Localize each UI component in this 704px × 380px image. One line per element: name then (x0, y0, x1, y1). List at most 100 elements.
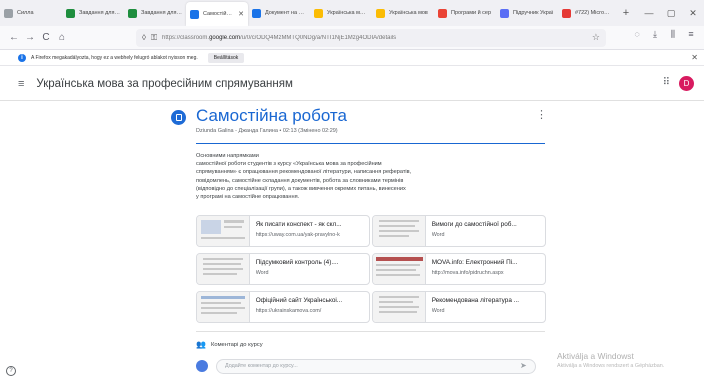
notification-text: A Firefox megakadályozta, hogy ez a webh… (31, 54, 198, 61)
tab-favicon (376, 8, 385, 18)
popup-blocked-notification: i A Firefox megakadályozta, hogy ez a we… (0, 50, 704, 66)
browser-tab[interactable]: Українська мов (372, 2, 434, 24)
forward-icon[interactable]: → (22, 32, 38, 43)
attachment-title: MOVA.info: Електронний Пі... (431, 259, 518, 266)
tab-favicon (4, 8, 13, 18)
attachment-thumbnail (197, 216, 250, 246)
browser-tab[interactable]: Силла (0, 2, 62, 24)
attachment-subtitle: https://uway.com.ua/yak-pravylno-k (255, 232, 340, 238)
course-title[interactable]: Українська мова за професійним спрямуван… (36, 78, 292, 90)
assignment-meta: Dziunda Galina - Джанда Галина • 02:13 (… (196, 128, 338, 134)
close-tab-icon[interactable]: ✕ (238, 10, 244, 18)
close-notification-icon[interactable]: ✕ (691, 53, 698, 62)
tab-label: Силла (17, 10, 34, 16)
notification-settings-button[interactable]: Beállítások (207, 52, 245, 63)
toolbar-right: ◌ ⤓ ⫼ ≡ (628, 29, 700, 40)
avatar[interactable]: D (679, 76, 694, 91)
attachment-subtitle: Word (431, 232, 445, 238)
tab-favicon (562, 8, 571, 18)
windows-activation-title: Aktiválja a Windowst (557, 351, 634, 361)
assignment-description: Основними напрямками самостійної роботи … (196, 152, 536, 201)
attachment-subtitle: http://mova.info/pidruchn.aspx (431, 270, 504, 276)
window-controls: — ▢ ✕ (638, 0, 704, 26)
attachment-title: Як писати конспект - як скл... (255, 221, 342, 228)
attachment-card[interactable]: Офіційний сайт Українськоі... https://uk… (196, 291, 370, 323)
classroom-header: ≡ Українська мова за професійним спрямув… (0, 67, 704, 101)
tab-label: #722) Microsoft Дикторія (575, 10, 610, 16)
tab-label: Українська мов (389, 10, 428, 16)
pocket-icon[interactable]: ◌ (628, 29, 646, 40)
browser-tab[interactable]: Програми й сер (434, 2, 496, 24)
attachment-card[interactable]: MOVA.info: Електронний Пі... http://mova… (372, 253, 546, 285)
browser-navigation-bar: ← → C ⌂ ◊ ⚿ https://classroom.google.com… (0, 26, 704, 50)
class-comments-heading: 👥 Коментарі до курсу (196, 340, 263, 349)
tab-label: Програми й сер (451, 10, 492, 16)
download-icon[interactable]: ⤓ (646, 29, 664, 40)
library-icon[interactable]: ⫼ (664, 29, 682, 40)
browser-tab[interactable]: Завдання для групи (62, 2, 124, 24)
tab-favicon (252, 8, 261, 18)
attachment-card[interactable]: Рекомендована література ... Word (372, 291, 546, 323)
attachment-title: Підсумковий контроль (4).... (255, 259, 339, 266)
tab-favicon (66, 8, 75, 18)
more-options-icon[interactable]: ⋮ (536, 108, 547, 121)
tab-favicon (500, 8, 509, 18)
browser-tab-strip: Силла Завдання для групи Завдання для гр… (0, 0, 704, 26)
browser-tab[interactable]: Українська мова (310, 2, 372, 24)
attachment-subtitle: https://ukrainskamova.com/ (255, 308, 322, 314)
attachment-title: Вимоги до самостійної роб... (431, 221, 517, 228)
comments-divider (196, 331, 545, 332)
hamburger-menu-icon[interactable]: ≡ (18, 78, 24, 90)
tab-label: Завдання для групи (79, 10, 120, 16)
attachment-thumbnail (197, 292, 250, 322)
google-apps-icon[interactable]: ⠿ (663, 77, 670, 88)
bookmark-star-icon[interactable]: ☆ (592, 32, 600, 43)
windows-activation-subtitle: Aktiválja a Windows rendszert a Gépházba… (557, 363, 665, 369)
assignment-icon (171, 110, 186, 125)
tab-label: Документ на основі (265, 10, 306, 16)
description-line: (відповідно до спеціалізації групи), а т… (196, 185, 406, 192)
attachment-thumbnail (197, 254, 250, 284)
tab-favicon (314, 8, 323, 18)
attachment-title: Офіційний сайт Українськоі... (255, 297, 343, 304)
tab-label: Підручник Украї (513, 10, 554, 16)
attachment-card[interactable]: Як писати конспект - як скл... https://u… (196, 215, 370, 247)
attachment-thumbnail (373, 216, 426, 246)
back-icon[interactable]: ← (6, 32, 22, 43)
tab-label: Самостійна ро (203, 11, 234, 17)
comment-input[interactable]: Додайте коментар до курсу... (216, 359, 536, 374)
app-menu-icon[interactable]: ≡ (682, 29, 700, 40)
attachment-card[interactable]: Вимоги до самостійної роб... Word (372, 215, 546, 247)
reload-icon[interactable]: C (38, 32, 54, 43)
info-icon: i (18, 53, 26, 62)
browser-tab[interactable]: Документ на основі (248, 2, 310, 24)
tab-label: Українська мова (327, 10, 368, 16)
attachment-title: Рекомендована література ... (431, 297, 519, 304)
browser-tab[interactable]: Завдання для групи (124, 2, 186, 24)
title-divider (196, 143, 545, 144)
tab-favicon (128, 8, 137, 18)
maximize-icon[interactable]: ▢ (660, 8, 682, 19)
browser-tab[interactable]: Підручник Украї (496, 2, 558, 24)
lock-icon[interactable]: ⚿ (151, 33, 157, 43)
url-text: https://classroom.google.com/u/0/c/ODQ4M… (162, 34, 397, 41)
description-line: спрямуванням» є опрацювання рекомендован… (196, 169, 412, 176)
help-icon[interactable]: ? (6, 366, 16, 376)
comments-heading-label: Коментарі до курсу (210, 341, 263, 348)
tab-label: Завдання для групи (141, 10, 182, 16)
new-tab-button[interactable]: + (618, 7, 634, 19)
close-window-icon[interactable]: ✕ (682, 8, 704, 19)
home-icon[interactable]: ⌂ (54, 32, 70, 43)
browser-tab-active[interactable]: Самостійна ро ✕ (186, 2, 248, 26)
browser-tab[interactable]: #722) Microsoft Дикторія (558, 2, 614, 24)
comment-avatar (196, 360, 208, 372)
description-line: у програмі на самостійне опрацювання. (196, 194, 300, 201)
minimize-icon[interactable]: — (638, 8, 660, 18)
page-title: Самостійна робота (196, 106, 347, 125)
description-line: повідомлень, самостійне складання докуме… (196, 177, 404, 184)
address-bar[interactable]: ◊ ⚿ https://classroom.google.com/u/0/c/O… (136, 28, 606, 47)
description-line: самостійної роботи студентів з курсу «Ук… (196, 161, 382, 168)
shield-icon[interactable]: ◊ (142, 33, 146, 42)
attachment-card[interactable]: Підсумковий контроль (4).... Word (196, 253, 370, 285)
send-icon[interactable]: ➤ (520, 361, 527, 370)
